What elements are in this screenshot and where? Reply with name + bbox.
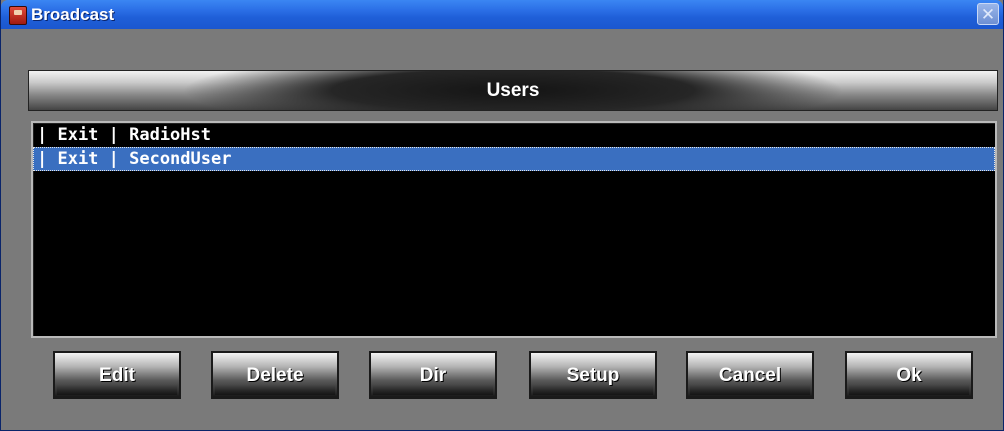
delete-button[interactable]: Delete: [211, 351, 339, 399]
list-item-selected[interactable]: | Exit | SecondUser: [33, 147, 995, 171]
button-bar: Edit Delete Dir Setup Cancel Ok: [31, 351, 1001, 401]
close-icon[interactable]: ✕: [977, 3, 999, 25]
broadcast-app-icon: [9, 6, 27, 25]
users-list[interactable]: | Exit | RadioHst | Exit | SecondUser: [31, 121, 997, 338]
users-header: Users: [28, 70, 998, 111]
title-bar[interactable]: Broadcast ✕: [1, 0, 1003, 29]
window-title: Broadcast: [31, 5, 115, 24]
setup-button[interactable]: Setup: [529, 351, 657, 399]
broadcast-window: Broadcast ✕ Users | Exit | RadioHst | Ex…: [0, 0, 1004, 431]
ok-button[interactable]: Ok: [845, 351, 973, 399]
list-item[interactable]: | Exit | RadioHst: [33, 123, 995, 147]
users-header-label: Users: [486, 80, 540, 101]
cancel-button[interactable]: Cancel: [686, 351, 814, 399]
dir-button[interactable]: Dir: [369, 351, 497, 399]
edit-button[interactable]: Edit: [53, 351, 181, 399]
